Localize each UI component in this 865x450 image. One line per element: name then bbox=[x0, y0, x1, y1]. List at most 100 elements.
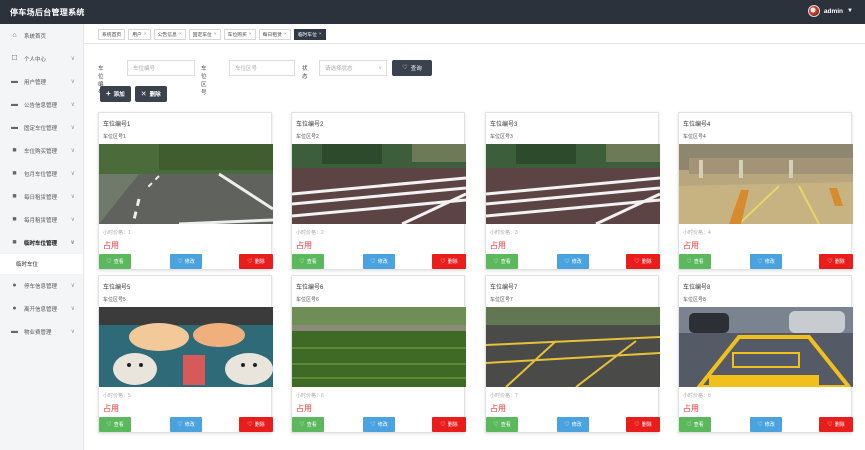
exit-icon: ● bbox=[12, 305, 17, 312]
edit-button-label: 修改 bbox=[184, 259, 195, 265]
view-button-label: 查看 bbox=[500, 422, 511, 428]
view-button-label: 查看 bbox=[113, 259, 124, 265]
top-bar: 停车场后台管理系统 admin ▼ bbox=[0, 0, 865, 24]
parking-number: 车位编号1 bbox=[103, 122, 131, 128]
heart-icon: ♡ bbox=[634, 421, 640, 428]
close-icon[interactable]: × bbox=[214, 32, 217, 37]
status-select-placeholder: 请选择状态 bbox=[325, 66, 353, 72]
delete-card-button[interactable]: ♡ 删除 bbox=[626, 254, 660, 269]
view-button[interactable]: ♡ 查看 bbox=[292, 254, 324, 269]
view-button[interactable]: ♡ 查看 bbox=[99, 254, 131, 269]
delete-button[interactable]: ✕ 删除 bbox=[134, 86, 167, 102]
close-icon[interactable]: × bbox=[249, 32, 252, 37]
delete-card-button[interactable]: ♡ 删除 bbox=[239, 417, 273, 432]
chevron-down-icon: ∨ bbox=[70, 102, 75, 108]
tab-label: 用户 bbox=[132, 33, 142, 38]
sidebar-item[interactable]: ☐ 个人中心 ∨ bbox=[0, 47, 83, 70]
parking-area: 车位区号2 bbox=[296, 134, 319, 140]
edit-button[interactable]: ♡ 修改 bbox=[363, 254, 395, 269]
edit-button[interactable]: ♡ 修改 bbox=[170, 254, 202, 269]
tab[interactable]: 系统首页 bbox=[98, 29, 126, 40]
sidebar-item[interactable]: ⌂ 系统首页 bbox=[0, 24, 83, 47]
sidebar-item-label: 个人中心 bbox=[24, 56, 47, 63]
delete-card-button[interactable]: ♡ 删除 bbox=[239, 254, 273, 269]
status-badge: 占用 bbox=[103, 404, 119, 413]
edit-button[interactable]: ♡ 修改 bbox=[170, 417, 202, 432]
sidebar-item[interactable]: ● 停车信息管理 ∨ bbox=[0, 274, 83, 297]
sidebar-item[interactable]: ● 离开信息管理 ∨ bbox=[0, 297, 83, 320]
heart-icon: ♡ bbox=[493, 421, 499, 428]
view-button[interactable]: ♡ 查看 bbox=[99, 417, 131, 432]
tab[interactable]: 公告信息 × bbox=[153, 29, 186, 40]
sidebar-item[interactable]: ▬ 公告信息管理 ∨ bbox=[0, 93, 83, 116]
edit-button[interactable]: ♡ 修改 bbox=[363, 417, 395, 432]
status-badge: 占用 bbox=[296, 241, 312, 250]
view-button[interactable]: ♡ 查看 bbox=[486, 254, 518, 269]
sidebar-item[interactable]: ■ 临时车位管理 ∨ bbox=[0, 231, 83, 254]
delete-card-button[interactable]: ♡ 删除 bbox=[626, 417, 660, 432]
delete-card-button[interactable]: ♡ 删除 bbox=[819, 254, 853, 269]
parking-card: 车位编号7 车位区号7 小时价格：7 占用 ♡ 查看 ♡ 修改 ♡ 删除 bbox=[485, 275, 660, 433]
sidebar-item-label: 停车信息管理 bbox=[24, 283, 58, 290]
delete-card-button-label: 删除 bbox=[254, 422, 265, 428]
sidebar-item[interactable]: ■ 包月车位管理 ∨ bbox=[0, 162, 83, 185]
heart-icon: ♡ bbox=[177, 258, 183, 265]
view-button[interactable]: ♡ 查看 bbox=[679, 417, 711, 432]
sidebar-item-label: 包月车位管理 bbox=[24, 171, 58, 178]
action-bar: + 添加 ✕ 删除 bbox=[100, 86, 167, 102]
close-icon[interactable]: × bbox=[284, 32, 287, 37]
heart-icon: ♡ bbox=[402, 65, 408, 71]
tab[interactable]: 临时车位 × bbox=[293, 29, 326, 40]
parking-card: 车位编号8 车位区号8 小时价格：8 占用 ♡ 查看 ♡ 修改 ♡ 删除 bbox=[678, 275, 853, 433]
query-button[interactable]: ♡ 查询 bbox=[392, 60, 432, 76]
sidebar-item[interactable]: ▬ 物业费管理 ∨ bbox=[0, 320, 83, 343]
edit-button[interactable]: ♡ 修改 bbox=[557, 254, 589, 269]
close-icon[interactable]: × bbox=[319, 32, 322, 37]
user-menu[interactable]: admin ▼ bbox=[807, 5, 853, 17]
view-button-label: 查看 bbox=[306, 422, 317, 428]
view-button[interactable]: ♡ 查看 bbox=[679, 254, 711, 269]
status-badge: 占用 bbox=[490, 241, 506, 250]
parking-area: 车位区号4 bbox=[683, 134, 706, 140]
parking-number: 车位编号4 bbox=[683, 122, 711, 128]
delete-card-button[interactable]: ♡ 删除 bbox=[432, 417, 466, 432]
sidebar-item[interactable]: ■ 车位购买管理 ∨ bbox=[0, 139, 83, 162]
tab[interactable]: 用户 × bbox=[128, 29, 151, 40]
hourly-price: 小时价格：1 bbox=[103, 230, 131, 236]
view-button[interactable]: ♡ 查看 bbox=[486, 417, 518, 432]
grid-icon: ■ bbox=[12, 216, 17, 223]
parking-area: 车位区号3 bbox=[490, 134, 513, 140]
edit-button[interactable]: ♡ 修改 bbox=[750, 417, 782, 432]
parking-area: 车位区号8 bbox=[683, 297, 706, 303]
sidebar-item[interactable]: ▬ 用户管理 ∨ bbox=[0, 70, 83, 93]
parking-number: 车位编号5 bbox=[103, 285, 131, 291]
edit-button[interactable]: ♡ 修改 bbox=[557, 417, 589, 432]
delete-card-button[interactable]: ♡ 删除 bbox=[432, 254, 466, 269]
tab[interactable]: 车位购买 × bbox=[223, 29, 256, 40]
tab[interactable]: 固定车位 × bbox=[188, 29, 221, 40]
parking-number: 车位编号8 bbox=[683, 285, 711, 291]
close-icon[interactable]: × bbox=[179, 32, 182, 37]
parking-area-input[interactable]: 车位区号 bbox=[229, 60, 295, 76]
close-icon[interactable]: × bbox=[144, 32, 147, 37]
sidebar-item[interactable]: ▬ 固定车位管理 ∨ bbox=[0, 116, 83, 139]
edit-button[interactable]: ♡ 修改 bbox=[750, 254, 782, 269]
delete-card-button[interactable]: ♡ 删除 bbox=[819, 417, 853, 432]
sidebar-subitem-temporary-parking[interactable]: 临时车位 bbox=[0, 254, 83, 274]
tab[interactable]: 每日租赁 × bbox=[258, 29, 291, 40]
sidebar-item-label: 固定车位管理 bbox=[24, 125, 58, 132]
status-badge: 占用 bbox=[103, 241, 119, 250]
parking-number: 车位编号3 bbox=[490, 122, 518, 128]
user-name: admin bbox=[823, 7, 844, 15]
sidebar-item-label: 每日租赁管理 bbox=[24, 194, 58, 201]
parking-photo bbox=[292, 307, 466, 387]
view-button[interactable]: ♡ 查看 bbox=[292, 417, 324, 432]
grid-icon: ■ bbox=[12, 239, 17, 246]
status-badge: 占用 bbox=[296, 404, 312, 413]
parking-number-input[interactable]: 车位编号 bbox=[127, 60, 195, 76]
add-button[interactable]: + 添加 bbox=[100, 86, 131, 102]
status-select[interactable]: 请选择状态 ∨ bbox=[319, 60, 387, 76]
parking-card: 车位编号1 车位区号1 小时价格：1 占用 ♡ 查看 ♡ 修改 ♡ 删除 bbox=[98, 112, 273, 270]
sidebar-item[interactable]: ■ 每月租赁管理 ∨ bbox=[0, 208, 83, 231]
sidebar-item[interactable]: ■ 每日租赁管理 ∨ bbox=[0, 185, 83, 208]
